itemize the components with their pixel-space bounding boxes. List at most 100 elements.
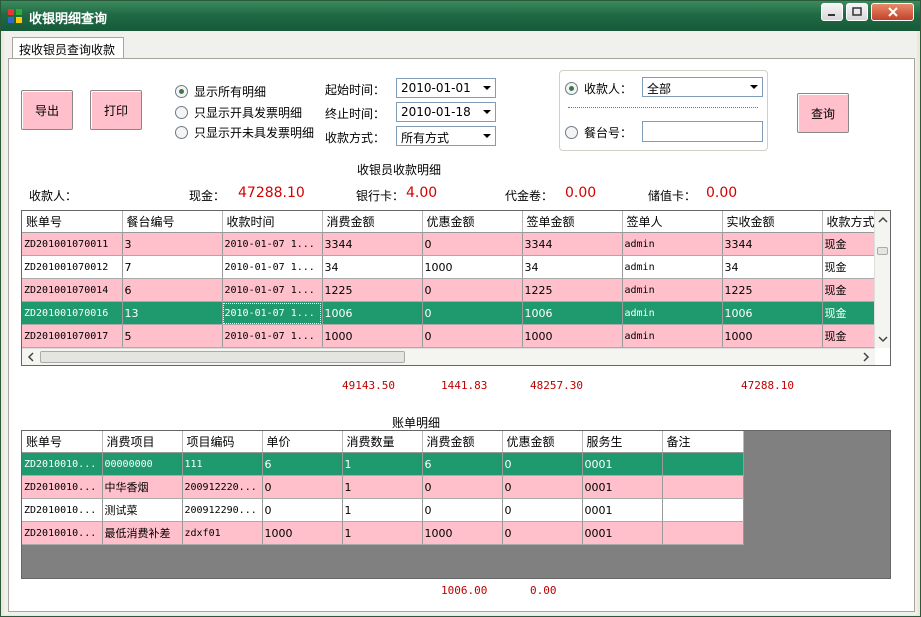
scroll-left-icon [27,352,34,362]
cell: 1000 [422,521,503,545]
table-row[interactable]: ZD201001070012 7 2010-01-07 1... 34 1000… [22,255,876,279]
radio-dot [565,82,578,95]
cell: admin [622,324,723,348]
col-header[interactable]: 消费数量 [342,431,423,453]
app-icon [8,9,22,23]
table-row[interactable]: ZD2010010... 中华香烟 200912220... 0 1 0 0 0… [22,475,744,499]
col-header[interactable]: 账单号 [22,211,123,233]
col-header[interactable]: 收款时间 [222,211,323,233]
cell: 111 [182,452,263,476]
col-header[interactable]: 消费金额 [322,211,423,233]
maximize-button[interactable] [846,3,868,21]
cell: 200912290... [182,498,263,522]
payment-method-select[interactable]: 所有方式 [396,126,496,146]
col-header[interactable]: 单价 [262,431,343,453]
cell: 0 [262,475,343,499]
export-button[interactable]: 导出 [21,90,73,130]
radio-payee[interactable]: 收款人： [565,80,632,97]
cell-focused: 2010-01-07 1... [222,301,323,325]
col-header[interactable]: 备注 [662,431,744,453]
col-header[interactable]: 账单号 [22,431,103,453]
main-window: 收银明细查询 按收银员查询收款 导出 打印 显示所有明细 只显示开具发票明细 只… [0,0,921,617]
query-button[interactable]: 查询 [797,93,849,133]
start-time-picker[interactable]: 2010-01-01 [396,78,496,98]
radio-show-all[interactable]: 显示所有明细 [175,83,266,100]
close-button[interactable] [871,3,914,21]
print-button[interactable]: 打印 [90,90,142,130]
cell: 0 [422,301,523,325]
scroll-thumb[interactable] [877,247,888,255]
cell: 1000 [522,324,623,348]
table-row-selected[interactable]: ZD201001070016 13 2010-01-07 1... 1006 0… [22,301,876,325]
cell: zdxf01 [182,521,263,545]
cell: ZD201001070011 [22,232,123,256]
payment-table: 账单号 餐台编号 收款时间 消费金额 优惠金额 签单金额 签单人 实收金额 收款… [22,211,876,348]
radio-label: 收款人： [584,82,633,96]
vertical-scrollbar[interactable] [874,211,890,348]
start-time-value: 2010-01-01 [401,81,471,95]
bank-card-value: 4.00 [406,185,438,201]
cell: 13 [122,301,223,325]
total-received: 47288.10 [741,379,794,392]
cell: ZD201001070017 [22,324,123,348]
table-no-input[interactable] [642,121,763,142]
cell: 0001 [582,498,663,522]
cell: 0 [422,278,523,302]
cell: 现金 [822,278,876,302]
cell: 现金 [822,324,876,348]
col-header[interactable]: 消费金额 [422,431,503,453]
cell: 3344 [522,232,623,256]
cell: 1006 [322,301,423,325]
col-header[interactable]: 优惠金额 [422,211,523,233]
col-header[interactable]: 服务生 [582,431,663,453]
cell: 0 [502,498,583,522]
table-row[interactable]: ZD2010010... 测试菜 200912290... 0 1 0 0 00… [22,498,744,522]
radio-dot [175,85,188,98]
horizontal-scrollbar[interactable] [22,348,875,365]
payment-method-label: 收款方式： [325,131,386,145]
cell: admin [622,232,723,256]
cell: 200912220... [182,475,263,499]
payment-grid[interactable]: 账单号 餐台编号 收款时间 消费金额 优惠金额 签单金额 签单人 实收金额 收款… [21,210,891,366]
radio-invoiced[interactable]: 只显示开具发票明细 [175,104,302,121]
cell: 1000 [722,324,823,348]
end-time-picker[interactable]: 2010-01-18 [396,102,496,122]
close-icon [887,7,898,17]
dropdown-arrow-icon [483,86,491,90]
table-row[interactable]: ZD201001070011 3 2010-01-07 1... 3344 0 … [22,232,876,256]
col-header[interactable]: 签单金额 [522,211,623,233]
cell: 现金 [822,301,876,325]
table-row[interactable]: ZD201001070014 6 2010-01-07 1... 1225 0 … [22,278,876,302]
col-header[interactable]: 项目编码 [182,431,263,453]
col-header[interactable]: 实收金额 [722,211,823,233]
col-header[interactable]: 优惠金额 [502,431,583,453]
minimize-button[interactable] [821,3,843,21]
table-row[interactable]: ZD201001070017 5 2010-01-07 1... 1000 0 … [22,324,876,348]
cell: 1006 [522,301,623,325]
payee-select[interactable]: 全部 [642,77,763,97]
tab-panel: 导出 打印 显示所有明细 只显示开具发票明细 只显示开未具发票明细 起始时间： … [8,58,915,612]
title-bar[interactable]: 收银明细查询 [1,1,920,31]
tab-query-by-cashier[interactable]: 按收银员查询收款 [12,37,124,59]
table-row[interactable]: ZD2010010... 最低消费补差 zdxf01 1000 1 1000 0… [22,521,744,545]
cell: 1 [342,475,423,499]
payment-method-value: 所有方式 [401,131,450,145]
cell: 1225 [522,278,623,302]
col-header[interactable]: 收款方式 [822,211,876,233]
cell: 1 [342,521,423,545]
bill-detail-grid[interactable]: 账单号 消费项目 项目编码 单价 消费数量 消费金额 优惠金额 服务生 备注 Z… [21,430,891,579]
radio-table-no[interactable]: 餐台号： [565,124,632,141]
cell: 3344 [322,232,423,256]
col-header[interactable]: 餐台编号 [122,211,223,233]
cell [662,498,744,522]
col-header[interactable]: 消费项目 [102,431,183,453]
bank-card-label: 银行卡： [356,189,405,203]
scroll-thumb[interactable] [40,351,405,363]
radio-not-invoiced[interactable]: 只显示开未具发票明细 [175,124,314,141]
table-row-selected[interactable]: ZD2010010... 00000000 111 6 1 6 0 0001 [22,452,744,476]
radio-label: 显示所有明细 [194,85,267,99]
payee-value: 全部 [647,82,672,96]
col-header[interactable]: 签单人 [622,211,723,233]
end-time-value: 2010-01-18 [401,105,471,119]
cell: 最低消费补差 [102,521,183,545]
